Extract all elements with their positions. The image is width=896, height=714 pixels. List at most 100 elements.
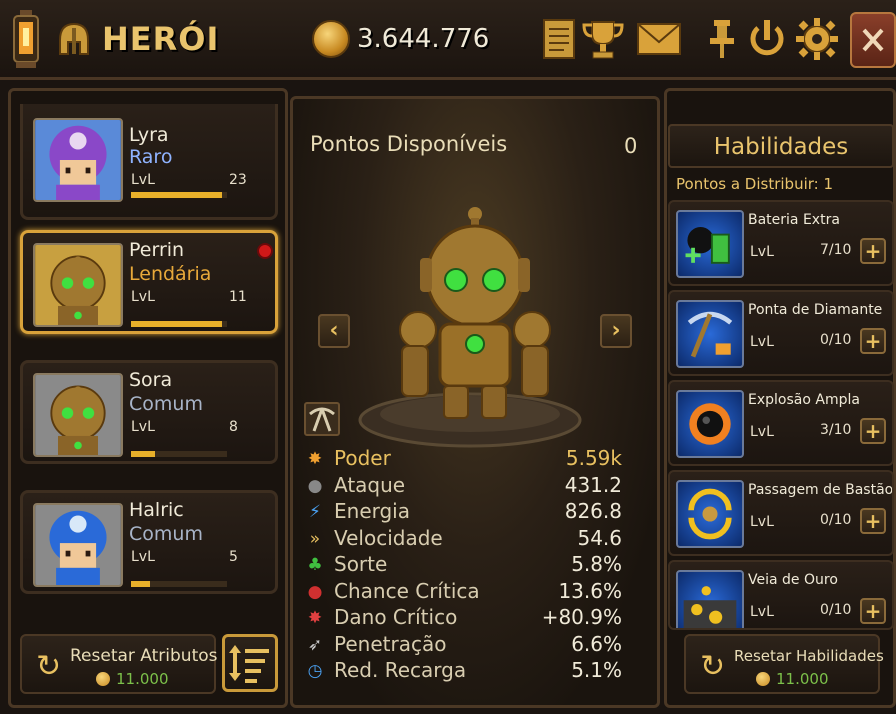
gold-amount: 3.644.776 xyxy=(357,24,490,54)
hero-portrait-halric xyxy=(33,503,123,587)
helmet-icon xyxy=(59,22,89,55)
hero-card-sora[interactable]: Sora Comum LvL 8 xyxy=(20,360,278,464)
gold-coin-icon xyxy=(756,672,770,686)
next-hero-button[interactable]: › xyxy=(600,314,632,348)
crit-bomb-icon: ● xyxy=(307,581,323,602)
hero-level-fill xyxy=(131,192,223,198)
hero-portrait-perrin xyxy=(33,243,123,327)
skill-card-ponta-de-diamante[interactable]: Ponta de Diamante LvL 0/10 + xyxy=(668,290,894,376)
lantern-icon xyxy=(13,10,39,68)
skill-level-label: LvL xyxy=(750,604,774,620)
stat-value: 5.1% xyxy=(571,658,622,682)
skill-name: Explosão Ampla xyxy=(748,392,860,408)
hero-level: 23 xyxy=(229,172,247,188)
previous-hero-button[interactable]: ‹ xyxy=(318,314,350,348)
pin-icon[interactable] xyxy=(700,16,746,62)
pickaxe-icon xyxy=(309,407,335,432)
upgrade-skill-button[interactable]: + xyxy=(860,508,886,534)
hero-level-label: LvL xyxy=(131,419,155,435)
hero-level-fill xyxy=(131,451,155,457)
stat-value: 6.6% xyxy=(571,631,622,656)
reset-attributes-button[interactable]: ↻ Resetar Atributos 11.000 xyxy=(20,634,218,694)
available-points-label: Pontos Disponíveis xyxy=(310,132,508,156)
hero-level-fill xyxy=(131,321,223,327)
page-title: HERÓI xyxy=(102,20,220,58)
skill-card-explosao-ampla[interactable]: Explosão Ampla LvL 3/10 + xyxy=(668,380,894,466)
wing-icon: » xyxy=(309,528,321,549)
stat-value: 431.2 xyxy=(564,472,622,497)
stat-row: ♣ Sorte 5.8% xyxy=(304,552,622,578)
sort-button[interactable] xyxy=(222,634,278,692)
stat-name: Velocidade xyxy=(334,525,443,550)
hero-name: Halric xyxy=(129,499,184,521)
skills-header: Habilidades xyxy=(668,124,894,168)
stat-name: Ataque xyxy=(334,472,406,497)
stat-name: Poder xyxy=(334,446,391,470)
pickaxe-icon xyxy=(676,300,744,368)
stat-value: 5.8% xyxy=(571,552,622,576)
hero-name: Lyra xyxy=(129,124,169,146)
stat-name: Energia xyxy=(334,499,410,523)
skill-level-count: 3/10 xyxy=(820,422,852,438)
hero-level-label: LvL xyxy=(131,549,155,565)
reset-attributes-label: Resetar Atributos xyxy=(70,646,218,666)
upgrade-skill-button[interactable]: + xyxy=(860,238,886,264)
gold-coin-icon xyxy=(96,672,110,686)
gear-icon[interactable] xyxy=(794,16,840,62)
skill-level-count: 0/10 xyxy=(820,602,852,618)
hero-level: 11 xyxy=(229,289,247,305)
skill-level-label: LvL xyxy=(750,334,774,350)
hero-level-label: LvL xyxy=(131,289,155,305)
reset-attributes-cost: 11.000 xyxy=(116,670,169,688)
scroll-icon[interactable] xyxy=(536,16,582,62)
stat-row: » Velocidade 54.6 xyxy=(304,526,622,552)
hero-portrait-sora xyxy=(33,373,123,457)
stat-row: ✸ Dano Crítico +80.9% xyxy=(304,605,622,631)
skill-card-veia-de-ouro[interactable]: Veia de Ouro LvL 0/10 + xyxy=(668,560,894,630)
hero-card-lyra[interactable]: Lyra Raro LvL 23 xyxy=(20,104,278,220)
skill-card-bateria-extra[interactable]: Bateria Extra LvL 7/10 + xyxy=(668,200,894,286)
clover-icon: ♣ xyxy=(307,555,323,575)
bomb-icon: ● xyxy=(307,475,323,496)
stat-name: Red. Recarga xyxy=(334,658,467,682)
skill-level-count: 7/10 xyxy=(820,242,852,258)
upgrade-skill-button[interactable]: + xyxy=(860,418,886,444)
power-icon[interactable] xyxy=(744,16,790,62)
upgrade-skill-button[interactable]: + xyxy=(860,328,886,354)
skill-name: Ponta de Diamante xyxy=(748,302,883,318)
close-button[interactable] xyxy=(850,12,896,68)
relay-icon xyxy=(676,480,744,548)
available-points-value: 0 xyxy=(624,134,638,158)
hero-level-bar xyxy=(131,321,227,327)
mail-icon[interactable] xyxy=(636,16,682,62)
hero-card-perrin[interactable]: Perrin Lendária LvL 11 xyxy=(20,230,278,334)
skill-name: Passagem de Bastão xyxy=(748,482,894,498)
upgrade-skill-button[interactable]: + xyxy=(860,598,886,624)
hero-rarity: Lendária xyxy=(129,263,212,285)
hero-level: 8 xyxy=(229,419,238,435)
stat-name: Chance Crítica xyxy=(334,578,480,603)
stat-name: Penetração xyxy=(334,631,447,656)
stat-row: ✸ Poder 5.59k xyxy=(304,446,622,472)
skill-name: Veia de Ouro xyxy=(748,572,838,588)
skill-level-count: 0/10 xyxy=(820,512,852,528)
gold-vein-icon xyxy=(676,570,744,628)
skill-card-passagem-de-bastao[interactable]: Passagem de Bastão LvL 0/10 + xyxy=(668,470,894,556)
stat-value: 13.6% xyxy=(558,578,622,603)
stat-value: 826.8 xyxy=(564,499,622,523)
reset-skills-button[interactable]: ↻ Resetar Habilidades 11.000 xyxy=(684,634,884,694)
trophy-icon[interactable] xyxy=(580,16,626,62)
hero-card-halric[interactable]: Halric Comum LvL 5 xyxy=(20,490,278,594)
drill-icon: ➶ xyxy=(307,634,323,655)
hero-robot-image xyxy=(358,207,582,448)
hero-level-bar xyxy=(131,581,227,587)
stat-value: 54.6 xyxy=(577,525,622,550)
pickaxe-button[interactable] xyxy=(304,402,340,436)
lightning-icon: ⚡ xyxy=(309,502,321,522)
reset-skills-cost: 11.000 xyxy=(776,670,829,688)
hero-name: Sora xyxy=(129,369,173,391)
stat-value: 5.59k xyxy=(565,446,622,470)
hero-level-label: LvL xyxy=(131,172,155,188)
hero-rarity: Comum xyxy=(129,523,203,545)
skill-level-label: LvL xyxy=(750,424,774,440)
